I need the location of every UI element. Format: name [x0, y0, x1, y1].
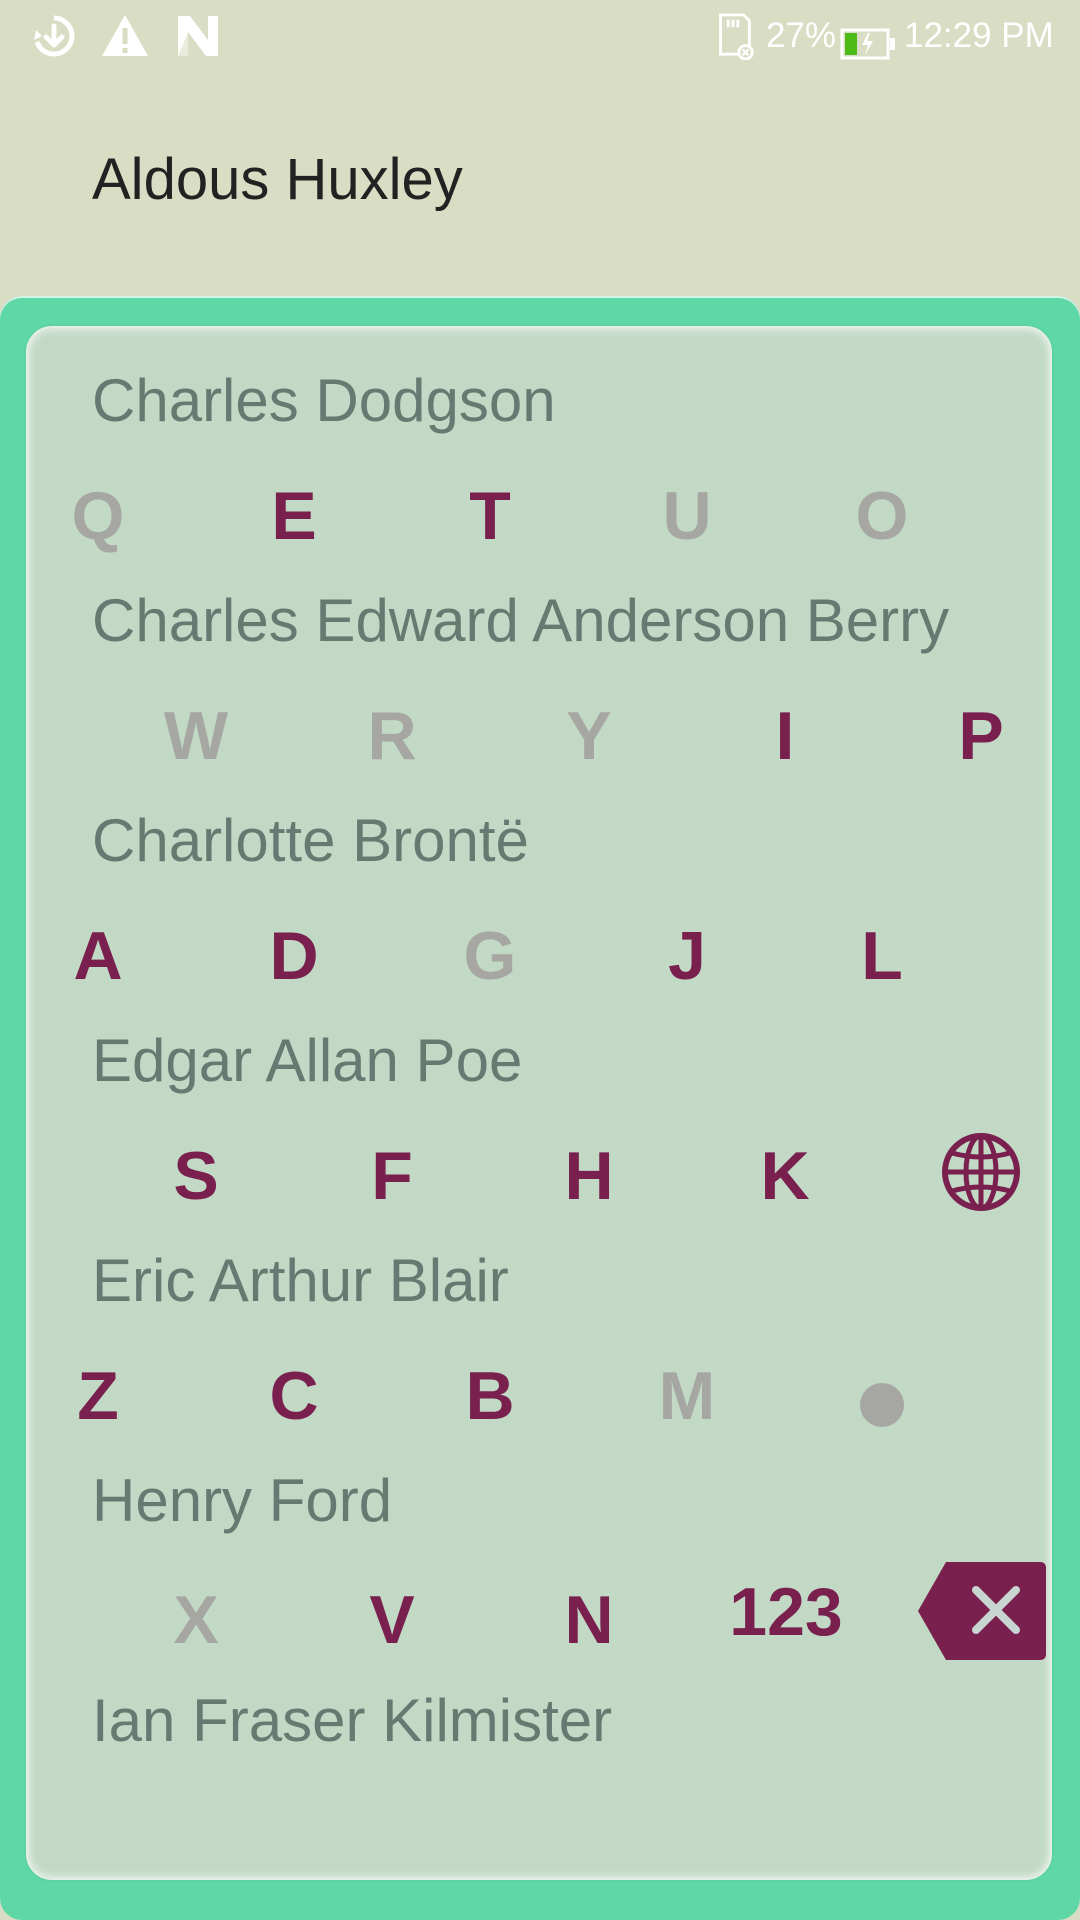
battery-percent: 27%: [766, 16, 837, 55]
key-s[interactable]: S: [136, 1136, 256, 1216]
key-p[interactable]: P: [921, 696, 1041, 776]
globe-icon[interactable]: [940, 1131, 1022, 1213]
list-item[interactable]: Ian Fraser Kilmister: [92, 1686, 612, 1756]
list-item[interactable]: Charles Dodgson: [92, 366, 556, 436]
key-m[interactable]: M: [627, 1356, 747, 1436]
list-item[interactable]: Eric Arthur Blair: [92, 1246, 509, 1316]
key-l[interactable]: L: [822, 916, 942, 996]
key-b[interactable]: B: [430, 1356, 550, 1436]
key-q[interactable]: Q: [38, 476, 158, 556]
warning-icon: [102, 15, 148, 56]
key-r[interactable]: R: [332, 696, 452, 776]
key-g[interactable]: G: [430, 916, 550, 996]
key-w[interactable]: W: [136, 696, 256, 776]
key-a[interactable]: A: [38, 916, 158, 996]
key-v[interactable]: V: [332, 1580, 452, 1660]
backspace-icon[interactable]: [916, 1560, 1046, 1662]
key-z[interactable]: Z: [38, 1356, 158, 1436]
key-f[interactable]: F: [332, 1136, 452, 1216]
list-item[interactable]: Edgar Allan Poe: [92, 1026, 522, 1096]
key-y[interactable]: Y: [529, 696, 649, 776]
key-c[interactable]: C: [234, 1356, 354, 1436]
key-n[interactable]: N: [529, 1580, 649, 1660]
numbers-key[interactable]: 123: [706, 1572, 866, 1652]
key-e[interactable]: E: [234, 476, 354, 556]
download-icon: [34, 15, 75, 57]
key-d[interactable]: D: [234, 916, 354, 996]
key-u[interactable]: U: [627, 476, 747, 556]
key-o[interactable]: O: [822, 476, 942, 556]
status-bar: 27% 12:29 PM: [0, 0, 1080, 72]
page-title: Aldous Huxley: [92, 147, 463, 212]
key-j[interactable]: J: [627, 916, 747, 996]
key-x[interactable]: X: [136, 1580, 256, 1660]
list-item[interactable]: Charlotte Brontë: [92, 806, 529, 876]
clock: 12:29 PM: [904, 16, 1054, 55]
dot-icon[interactable]: [860, 1383, 904, 1427]
list-item[interactable]: Charles Edward Anderson Berry: [92, 586, 949, 656]
sd-card-icon: [719, 13, 754, 60]
n-logo-icon: [178, 16, 218, 56]
key-k[interactable]: K: [725, 1136, 845, 1216]
key-h[interactable]: H: [529, 1136, 649, 1216]
key-i[interactable]: I: [725, 696, 845, 776]
list-item[interactable]: Henry Ford: [92, 1466, 392, 1536]
key-t[interactable]: T: [430, 476, 550, 556]
battery-charging-icon: [840, 28, 895, 60]
